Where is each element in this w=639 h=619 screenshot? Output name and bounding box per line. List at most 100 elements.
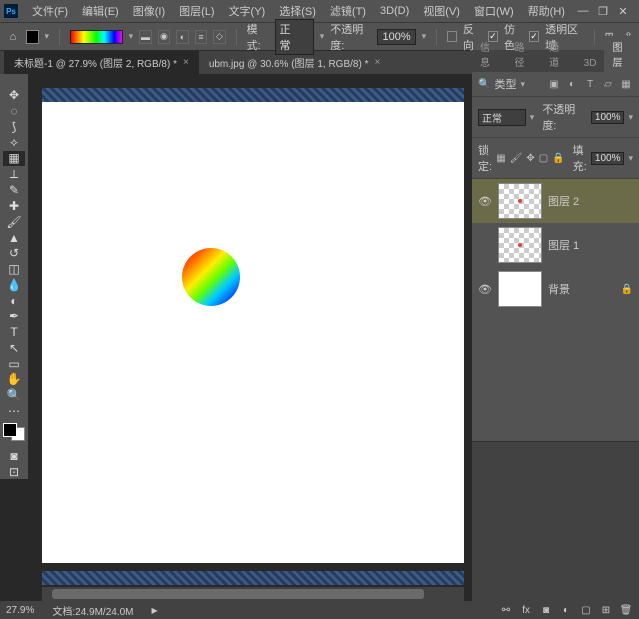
- link-layers-icon[interactable]: ⚯: [499, 605, 513, 616]
- document-canvas[interactable]: [42, 102, 464, 563]
- menu-view[interactable]: 视图(V): [417, 1, 466, 21]
- marquee-tool-icon[interactable]: ◌: [3, 104, 25, 119]
- filter-smart-icon[interactable]: ▦: [619, 78, 633, 90]
- filter-shape-icon[interactable]: ▱: [601, 78, 615, 90]
- gradient-diamond-icon[interactable]: ◇: [213, 30, 226, 44]
- menu-type[interactable]: 文字(Y): [223, 1, 272, 21]
- shape-tool-icon[interactable]: ▭: [3, 356, 25, 371]
- eraser-tool-icon[interactable]: ◫: [3, 262, 25, 277]
- canvas-edge: [42, 571, 464, 585]
- gradient-preview[interactable]: [70, 30, 123, 44]
- document-tab[interactable]: 未标题-1 @ 27.9% (图层 2, RGB/8) * ×: [4, 51, 199, 74]
- blur-tool-icon[interactable]: 💧: [3, 277, 25, 292]
- scrollbar-thumb[interactable]: [52, 589, 424, 599]
- tab-channels[interactable]: 通道: [541, 36, 576, 72]
- lock-transparent-icon[interactable]: ▦: [496, 152, 505, 164]
- maximize-icon[interactable]: ❐: [597, 5, 609, 17]
- filter-type-icon[interactable]: T: [583, 78, 597, 90]
- brush-tool-icon[interactable]: 🖌: [3, 214, 25, 229]
- layer-opacity-input[interactable]: 100%: [591, 111, 625, 124]
- tool-preset-icon[interactable]: [26, 30, 39, 44]
- crop-tool-icon[interactable]: ⟂: [3, 167, 25, 182]
- healing-tool-icon[interactable]: ✚: [3, 199, 25, 214]
- edit-toolbar-icon[interactable]: ⋯: [3, 404, 25, 419]
- pen-tool-icon[interactable]: ✒: [3, 309, 25, 324]
- layer-mask-icon[interactable]: ◙: [539, 605, 553, 616]
- opacity-input[interactable]: 100%: [377, 29, 415, 45]
- visibility-icon[interactable]: 👁: [478, 195, 492, 208]
- layer-name[interactable]: 图层 1: [548, 237, 579, 253]
- layer-thumbnail[interactable]: [498, 271, 542, 307]
- reverse-checkbox[interactable]: [447, 31, 457, 42]
- tab-3d[interactable]: 3D: [576, 55, 605, 72]
- lock-artboard-icon[interactable]: ▢: [539, 152, 548, 164]
- fill-input[interactable]: 100%: [591, 152, 625, 165]
- menu-filter[interactable]: 滤镜(T): [324, 1, 372, 21]
- menu-3d[interactable]: 3D(D): [374, 3, 415, 19]
- tab-paths[interactable]: 路径: [507, 36, 542, 72]
- filter-adjust-icon[interactable]: ◐: [565, 78, 579, 90]
- layer-thumbnail[interactable]: [498, 227, 542, 263]
- zoom-level[interactable]: 27.9%: [6, 605, 34, 616]
- dodge-tool-icon[interactable]: ◐: [3, 293, 25, 308]
- stamp-tool-icon[interactable]: ▲: [3, 230, 25, 245]
- menu-help[interactable]: 帮助(H): [522, 1, 571, 21]
- layer-panel-buttons: ⚯ fx ◙ ◐ ▢ ⊞ 🗑: [499, 605, 633, 616]
- layer-name[interactable]: 图层 2: [548, 193, 579, 209]
- filter-pixel-icon[interactable]: ▣: [547, 78, 561, 90]
- tab-layers[interactable]: 图层: [604, 36, 639, 72]
- menu-image[interactable]: 图像(I): [127, 1, 171, 21]
- adjustment-layer-icon[interactable]: ◐: [559, 605, 573, 616]
- screen-mode-icon[interactable]: ⊡: [3, 464, 25, 479]
- layer-row[interactable]: 👁 背景 🔒: [472, 267, 639, 311]
- panel-tabs: 信息 路径 通道 3D 图层: [472, 50, 639, 72]
- filter-type-label: 类型: [494, 76, 516, 92]
- gradient-tool-icon[interactable]: ▦: [3, 151, 25, 166]
- visibility-icon[interactable]: 👁: [478, 283, 492, 296]
- move-tool-icon[interactable]: ✥: [3, 88, 25, 103]
- color-swatches[interactable]: [3, 423, 25, 441]
- lasso-tool-icon[interactable]: ⟆: [3, 120, 25, 135]
- zoom-tool-icon[interactable]: 🔍: [3, 388, 25, 403]
- foreground-color[interactable]: [3, 423, 17, 437]
- menu-window[interactable]: 窗口(W): [468, 1, 520, 21]
- gradient-linear-icon[interactable]: ▬: [139, 30, 152, 44]
- layer-style-icon[interactable]: fx: [519, 605, 533, 616]
- menu-layer[interactable]: 图层(L): [173, 1, 220, 21]
- hand-tool-icon[interactable]: ✋: [3, 372, 25, 387]
- close-icon[interactable]: ✕: [617, 5, 629, 17]
- layer-name[interactable]: 背景: [548, 281, 570, 297]
- path-tool-icon[interactable]: ↖: [3, 340, 25, 355]
- quick-mask-icon[interactable]: ◙: [3, 448, 25, 463]
- layer-thumbnail[interactable]: [498, 183, 542, 219]
- home-icon[interactable]: ⌂: [6, 29, 20, 45]
- tab-info[interactable]: 信息: [472, 36, 507, 72]
- type-tool-icon[interactable]: T: [3, 325, 25, 340]
- gradient-angle-icon[interactable]: ◐: [176, 30, 189, 44]
- gradient-radial-icon[interactable]: ◉: [158, 30, 171, 44]
- blend-mode-select[interactable]: 正常: [275, 19, 314, 55]
- menu-file[interactable]: 文件(F): [26, 1, 74, 21]
- layer-row[interactable]: 👁 图层 2: [472, 179, 639, 223]
- tab-close-icon[interactable]: ×: [374, 57, 380, 68]
- horizontal-scrollbar[interactable]: [42, 587, 464, 601]
- layer-row[interactable]: 图层 1: [472, 223, 639, 267]
- gradient-reflected-icon[interactable]: ≡: [195, 30, 208, 44]
- minimize-icon[interactable]: —: [577, 5, 589, 17]
- search-icon[interactable]: 🔍: [478, 79, 490, 90]
- delete-layer-icon[interactable]: 🗑: [619, 605, 633, 616]
- lock-position-icon[interactable]: ✥: [526, 152, 534, 164]
- group-icon[interactable]: ▢: [579, 605, 593, 616]
- eyedropper-tool-icon[interactable]: ✎: [3, 183, 25, 198]
- tab-close-icon[interactable]: ×: [183, 57, 189, 68]
- layer-blend-select[interactable]: 正常: [478, 109, 526, 126]
- new-layer-icon[interactable]: ⊞: [599, 605, 613, 616]
- history-brush-tool-icon[interactable]: ↺: [3, 246, 25, 261]
- document-size[interactable]: 文档:24.9M/24.0M: [52, 603, 133, 618]
- fill-label: 填充:: [573, 142, 587, 174]
- magic-wand-tool-icon[interactable]: ✧: [3, 135, 25, 150]
- lock-all-icon[interactable]: 🔒: [552, 152, 564, 164]
- lock-icon: 🔒: [621, 284, 633, 295]
- lock-pixels-icon[interactable]: 🖌: [510, 152, 523, 164]
- menu-edit[interactable]: 编辑(E): [76, 1, 125, 21]
